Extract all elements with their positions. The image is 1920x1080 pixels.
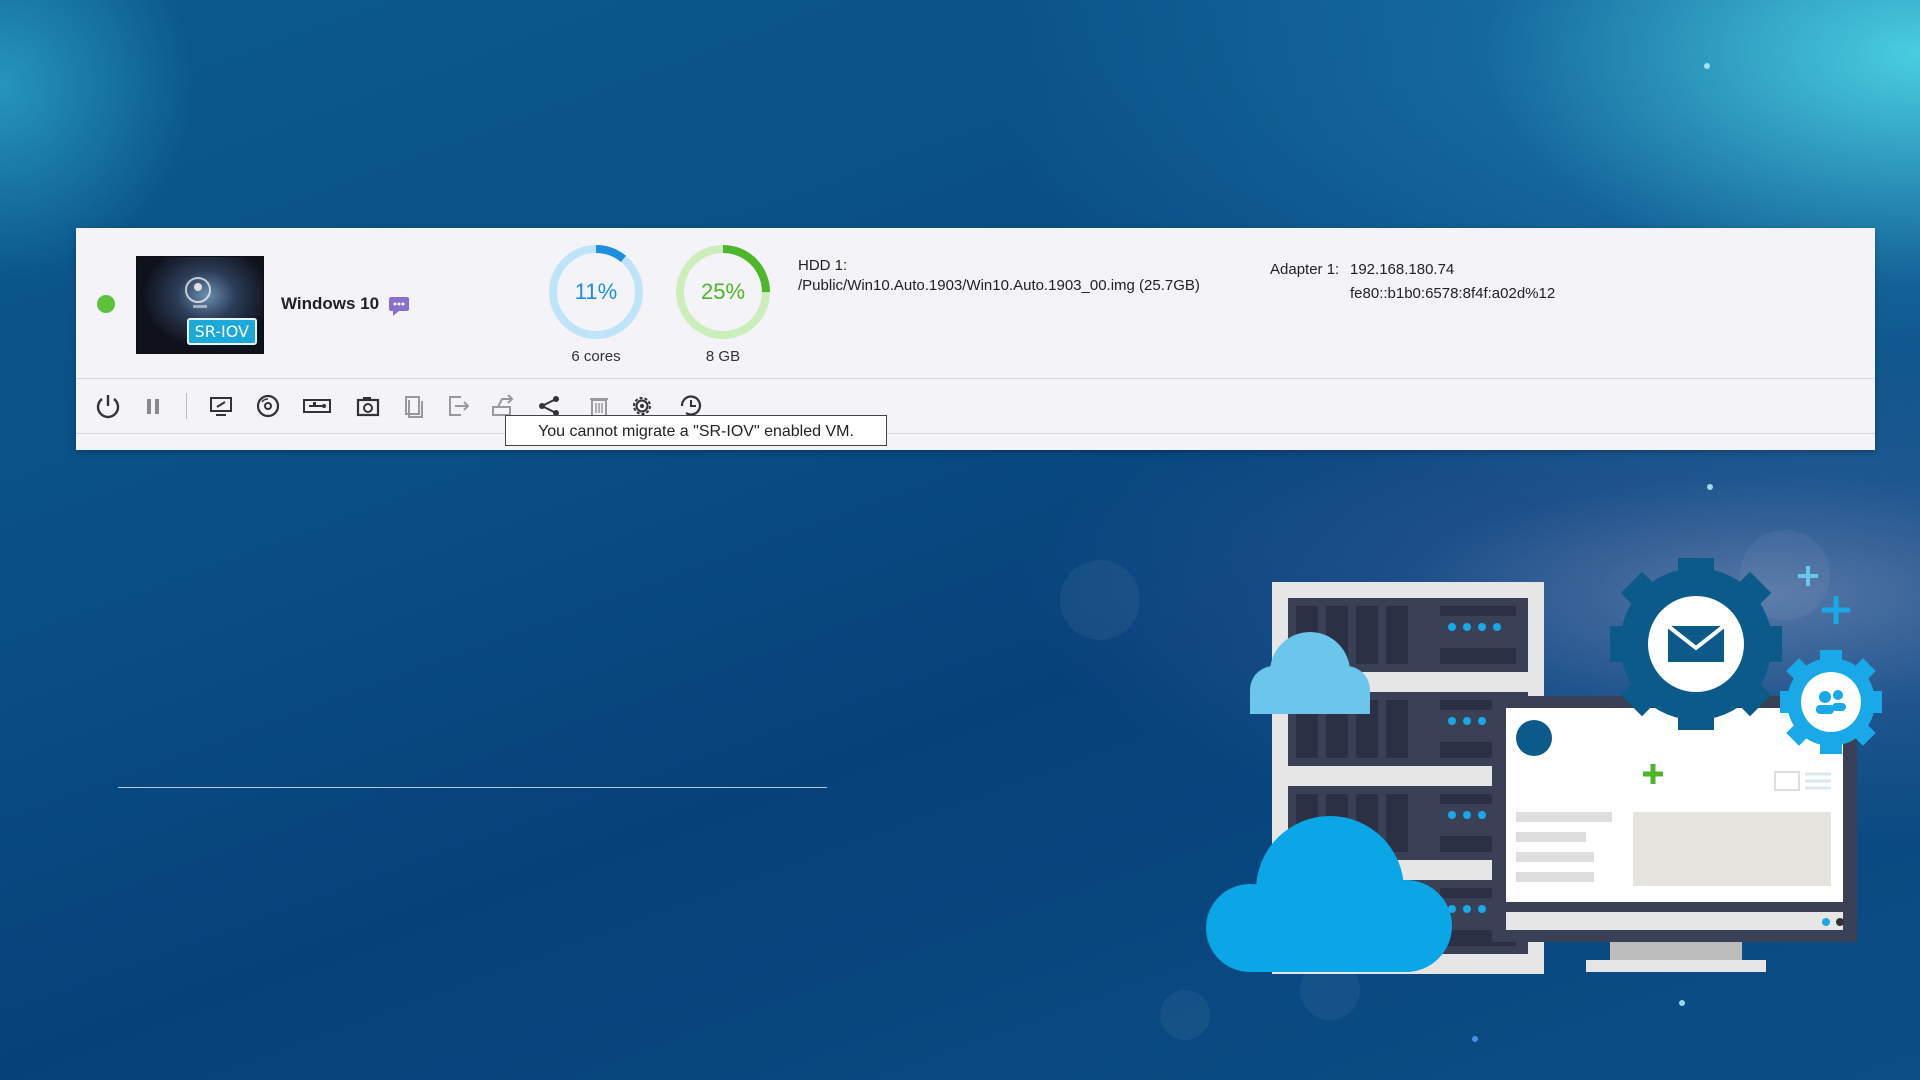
export-icon	[449, 396, 470, 416]
hdd-title: HDD 1:	[798, 257, 848, 274]
user-icon	[185, 277, 211, 303]
card-bottom-line	[76, 433, 1875, 434]
server-cloud-illustration	[1206, 558, 1882, 974]
clone-button[interactable]	[398, 391, 428, 421]
migrate-tooltip: You cannot migrate a "SR-IOV" enabled VM…	[505, 415, 887, 446]
bokeh-circle	[1160, 990, 1210, 1040]
camera-icon	[356, 397, 380, 417]
sriov-badge: SR-IOV	[186, 318, 257, 345]
plus-icon	[1798, 566, 1818, 586]
memory-gauge: 25% 8 GB	[673, 242, 773, 365]
memory-size: 8 GB	[705, 348, 741, 365]
usb-button[interactable]	[302, 391, 332, 421]
vm-toolbar	[76, 379, 1875, 433]
pause-button[interactable]	[138, 391, 168, 421]
cpu-gauge: 11% 6 cores	[546, 242, 646, 365]
disc-icon	[256, 394, 280, 418]
status-indicator	[97, 295, 115, 313]
usb-icon	[303, 399, 331, 413]
vm-card: SR-IOV Windows 10 11% 6 cores 25% 8 GB H…	[76, 228, 1875, 450]
adapter-info: Adapter 1: 192.168.180.74 fe80::b1b0:6578…	[1270, 258, 1555, 306]
copy-icon	[405, 396, 423, 418]
mail-gear-icon	[1610, 558, 1782, 730]
pause-icon	[147, 399, 159, 414]
bokeh-circle	[1060, 560, 1140, 640]
sparkle-dot	[1704, 63, 1710, 69]
vm-thumbnail[interactable]: SR-IOV	[136, 256, 264, 354]
adapter-ipv4: 192.168.180.74	[1350, 261, 1455, 278]
cd-button[interactable]	[253, 391, 283, 421]
hdd-path: /Public/Win10.Auto.1903/Win10.Auto.1903_…	[798, 277, 1200, 294]
power-icon	[96, 395, 120, 419]
toolbar-separator	[186, 393, 187, 419]
memory-percent: 25%	[700, 279, 746, 304]
comment-icon[interactable]	[388, 295, 410, 317]
vm-name: Windows 10	[281, 294, 380, 313]
plus-icon	[1822, 596, 1850, 624]
power-button[interactable]	[93, 391, 123, 421]
sparkle-dot	[1707, 484, 1713, 490]
users-gear-icon	[1780, 650, 1882, 754]
monitor-icon	[210, 397, 232, 416]
title-underline	[118, 787, 827, 788]
export-button[interactable]	[443, 391, 473, 421]
sparkle-dot	[1679, 1000, 1685, 1006]
sparkle-dot	[1472, 1036, 1478, 1042]
snapshot-button[interactable]	[353, 391, 383, 421]
login-placeholder	[193, 305, 207, 308]
adapter-label: Adapter 1:	[1270, 261, 1340, 278]
hdd-info: HDD 1: /Public/Win10.Auto.1903/Win10.Aut…	[798, 256, 1200, 296]
adapter-ipv6: fe80::b1b0:6578:8f4f:a02d%12	[1350, 285, 1556, 302]
cpu-percent: 11%	[574, 279, 618, 304]
cpu-cores: 6 cores	[571, 348, 621, 365]
vm-info-row: SR-IOV Windows 10 11% 6 cores 25% 8 GB H…	[76, 228, 1875, 378]
console-button[interactable]	[206, 391, 236, 421]
